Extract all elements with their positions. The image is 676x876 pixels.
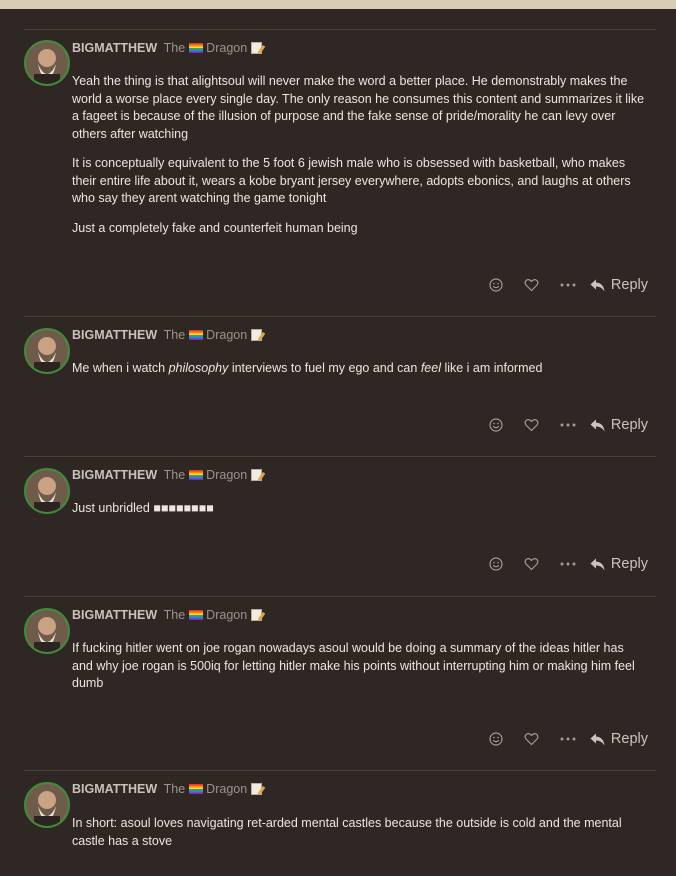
title-prefix: The [163,782,186,796]
memo-icon [251,783,263,795]
reply-button[interactable]: Reply [590,556,648,572]
reply-label: Reply [610,556,648,572]
smiley-face-icon[interactable] [478,273,514,297]
rainbow-flag-icon [188,610,203,620]
reply-button[interactable]: Reply [590,731,648,747]
rainbow-flag-icon [188,470,203,480]
username[interactable]: BIGMATTHEW [72,41,157,55]
title-suffix: Dragon [206,41,248,55]
title-prefix: The [163,328,186,342]
post-body: Yeah the thing is that alightsoul will n… [72,73,648,249]
username[interactable]: BIGMATTHEW [72,468,157,482]
post-paragraph: Me when i watch philosophy interviews to… [72,360,648,378]
text-segment: interviews to fuel my ego and can [228,361,421,375]
post-5: BIGMATTHEW The Dragon In short: asoul lo… [24,770,656,876]
avatar[interactable] [24,40,70,86]
ellipsis-icon[interactable] [550,413,586,437]
avatar[interactable] [24,608,70,654]
post-meta: BIGMATTHEW The Dragon [72,782,263,796]
title-prefix: The [163,41,186,55]
post-3: BIGMATTHEW The Dragon Just unbridled ■■■… [24,456,656,597]
post-body: If fucking hitler went on joe rogan nowa… [72,640,648,705]
post-4: BIGMATTHEW The Dragon If fucking hitler … [24,596,656,771]
avatar-portrait-icon [26,42,68,84]
reply-label: Reply [610,277,648,293]
user-title: The Dragon [164,468,248,482]
post-2: BIGMATTHEW The Dragon Me when i watch ph… [24,316,656,457]
post-actions: Reply [478,273,648,297]
reply-arrow-icon [590,279,605,291]
user-title: The Dragon [164,782,248,796]
user-title: The Dragon [164,608,248,622]
emphasis-text: philosophy [168,361,229,375]
avatar[interactable] [24,782,70,828]
emphasis-text: feel [420,361,441,375]
title-prefix: The [163,468,186,482]
post-paragraph: If fucking hitler went on joe rogan nowa… [72,641,635,690]
top-strip [0,0,676,9]
memo-icon [251,329,263,341]
title-suffix: Dragon [206,328,248,342]
heart-icon[interactable] [514,727,550,751]
text-segment: Me when i watch [72,361,169,375]
post-meta: BIGMATTHEW The Dragon [72,608,263,622]
user-title: The Dragon [164,41,248,55]
title-prefix: The [163,608,186,622]
post-body: In short: asoul loves navigating ret-ard… [72,815,648,862]
heart-icon[interactable] [514,552,550,576]
reply-button[interactable]: Reply [590,277,648,293]
post-actions: Reply [478,552,648,576]
avatar-portrait-icon [26,784,68,826]
post-meta: BIGMATTHEW The Dragon [72,328,263,342]
reply-arrow-icon [590,733,605,745]
memo-icon [251,609,263,621]
post-body: Me when i watch philosophy interviews to… [72,360,648,390]
post-actions: Reply [478,413,648,437]
reply-arrow-icon [590,419,605,431]
rainbow-flag-icon [188,43,203,53]
reply-button[interactable]: Reply [590,417,648,433]
smiley-face-icon[interactable] [478,413,514,437]
title-suffix: Dragon [206,608,248,622]
title-suffix: Dragon [206,782,248,796]
ellipsis-icon[interactable] [550,273,586,297]
avatar-portrait-icon [26,610,68,652]
username[interactable]: BIGMATTHEW [72,782,157,796]
reply-arrow-icon [590,558,605,570]
post-paragraph: In short: asoul loves navigating ret-ard… [72,816,622,848]
smiley-face-icon[interactable] [478,552,514,576]
ellipsis-icon[interactable] [550,552,586,576]
heart-icon[interactable] [514,413,550,437]
post-meta: BIGMATTHEW The Dragon [72,468,263,482]
heart-icon[interactable] [514,273,550,297]
avatar[interactable] [24,328,70,374]
avatar-portrait-icon [26,470,68,512]
text-segment: like i am informed [440,361,543,375]
post-paragraph: It is conceptually equivalent to the 5 f… [72,156,631,205]
user-title: The Dragon [164,328,248,342]
username[interactable]: BIGMATTHEW [72,328,157,342]
ellipsis-icon[interactable] [550,727,586,751]
post-paragraph: Just unbridled ■■■■■■■■ [72,501,214,515]
reply-label: Reply [610,417,648,433]
post-body: Just unbridled ■■■■■■■■ [72,500,648,530]
post-paragraph: Just a completely fake and counterfeit h… [72,220,358,235]
post-1: BIGMATTHEW The Dragon Yeah the thing is … [24,29,656,317]
username[interactable]: BIGMATTHEW [72,608,157,622]
post-meta: BIGMATTHEW The Dragon [72,41,263,55]
post-actions: Reply [478,727,648,751]
avatar-portrait-icon [26,330,68,372]
smiley-face-icon[interactable] [478,727,514,751]
memo-icon [251,469,263,481]
post-paragraph: Yeah the thing is that alightsoul will n… [72,74,645,141]
avatar[interactable] [24,468,70,514]
rainbow-flag-icon [188,330,203,340]
reply-label: Reply [610,731,648,747]
memo-icon [251,42,263,54]
rainbow-flag-icon [188,784,203,794]
title-suffix: Dragon [206,468,248,482]
